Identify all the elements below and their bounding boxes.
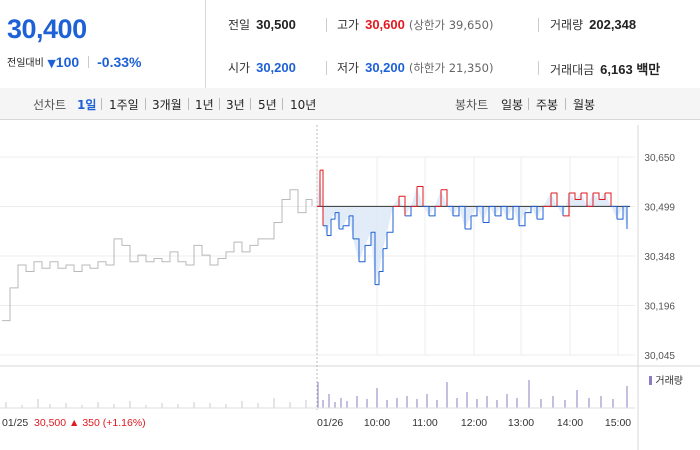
prev-day-date: 01/25: [2, 417, 28, 429]
low-price: 저가 30,200 (하한가 21,350): [337, 59, 493, 76]
divider: [87, 56, 89, 68]
x-tick-label: 10:00: [364, 417, 390, 429]
high-value: 30,600: [365, 17, 405, 32]
prev-close: 전일 30,500: [228, 16, 296, 33]
divider: [326, 61, 327, 75]
today-area-fill: [317, 170, 627, 285]
tab-weekly-candle[interactable]: 주봉: [536, 96, 558, 113]
tab-monthly-candle[interactable]: 월봉: [573, 96, 595, 113]
tab-3month[interactable]: 3개월: [152, 96, 182, 113]
tab-3year[interactable]: 3년: [226, 96, 245, 113]
low-value: 30,200: [365, 60, 405, 75]
tab-1week[interactable]: 1주일: [109, 96, 139, 113]
divider: [101, 98, 102, 110]
volume: 거래량 202,348: [550, 16, 636, 33]
divider: [565, 98, 566, 110]
intraday-price-chart: 30,650 30,499 30,348 30,196 30,045 01/26 10:00…: [0, 125, 700, 450]
divider: [145, 98, 146, 110]
amount-value: 6,163 백만: [600, 62, 661, 77]
change-row: 전일대비 ▼100 -0.33%: [7, 54, 142, 70]
y-tick-label: 30,348: [644, 252, 675, 263]
y-tick-label: 30,045: [644, 351, 675, 362]
prev-close-value: 30,500: [256, 17, 296, 32]
low-label: 저가: [337, 61, 360, 75]
chart-period-tabs: 선차트 1일 1주일 3개월 1년 3년 5년 10년 봉차트 일봉 주봉 월봉: [0, 88, 700, 120]
y-tick-label: 30,650: [644, 153, 675, 164]
x-tick-label: 12:00: [461, 417, 487, 429]
tab-5year[interactable]: 5년: [258, 96, 277, 113]
x-tick-label: 14:00: [557, 417, 583, 429]
open-value: 30,200: [256, 60, 296, 75]
x-tick-label: 01/26: [317, 417, 343, 429]
current-price: 30,400: [7, 14, 87, 44]
y-tick-label: 30,196: [644, 302, 675, 313]
high-price: 고가 30,600 (상한가 39,650): [337, 16, 493, 33]
tab-daily-candle[interactable]: 일봉: [501, 96, 523, 113]
y-tick-label: 30,499: [644, 203, 675, 214]
divider: [250, 98, 251, 110]
quote-summary: 30,400 전일대비 ▼100 -0.33% 전일 30,500 고가 30,60…: [0, 0, 700, 89]
trade-amount: 거래대금 6,163 백만: [550, 59, 660, 78]
upper-limit: (상한가 39,650): [408, 18, 494, 32]
x-tick-label: 15:00: [605, 417, 631, 429]
prev-close-label: 전일: [228, 18, 251, 32]
down-arrow-icon: ▼: [47, 57, 56, 70]
volume-label: 거래량: [550, 18, 584, 32]
x-tick-label: 13:00: [508, 417, 534, 429]
lower-limit: (하한가 21,350): [408, 61, 494, 75]
divider: [528, 98, 529, 110]
amount-label: 거래대금: [550, 63, 595, 77]
divider: [538, 61, 539, 75]
price-box: 30,400 전일대비 ▼100 -0.33%: [0, 0, 206, 88]
candle-chart-label: 봉차트: [455, 98, 489, 112]
change-amount: 100: [55, 54, 80, 70]
tab-10year[interactable]: 10년: [290, 96, 316, 113]
change-label: 전일대비: [7, 58, 44, 69]
volume-value: 202,348: [589, 17, 637, 32]
x-tick-label: 11:00: [412, 417, 438, 429]
line-chart-label: 선차트: [33, 98, 67, 112]
volume-legend: 거래량: [649, 372, 683, 387]
divider: [326, 18, 327, 32]
change-percent: -0.33%: [97, 54, 142, 70]
open-label: 시가: [228, 61, 251, 75]
tab-1year[interactable]: 1년: [195, 96, 214, 113]
open-price: 시가 30,200: [228, 59, 296, 76]
divider: [188, 98, 189, 110]
prev-day-line: [2, 189, 313, 322]
high-label: 고가: [337, 18, 360, 32]
divider: [538, 18, 539, 32]
tab-1day[interactable]: 1일: [77, 96, 96, 113]
prev-day-close: 30,500 ▲ 350 (+1.16%): [34, 417, 146, 429]
divider: [219, 98, 220, 110]
divider: [282, 98, 283, 110]
